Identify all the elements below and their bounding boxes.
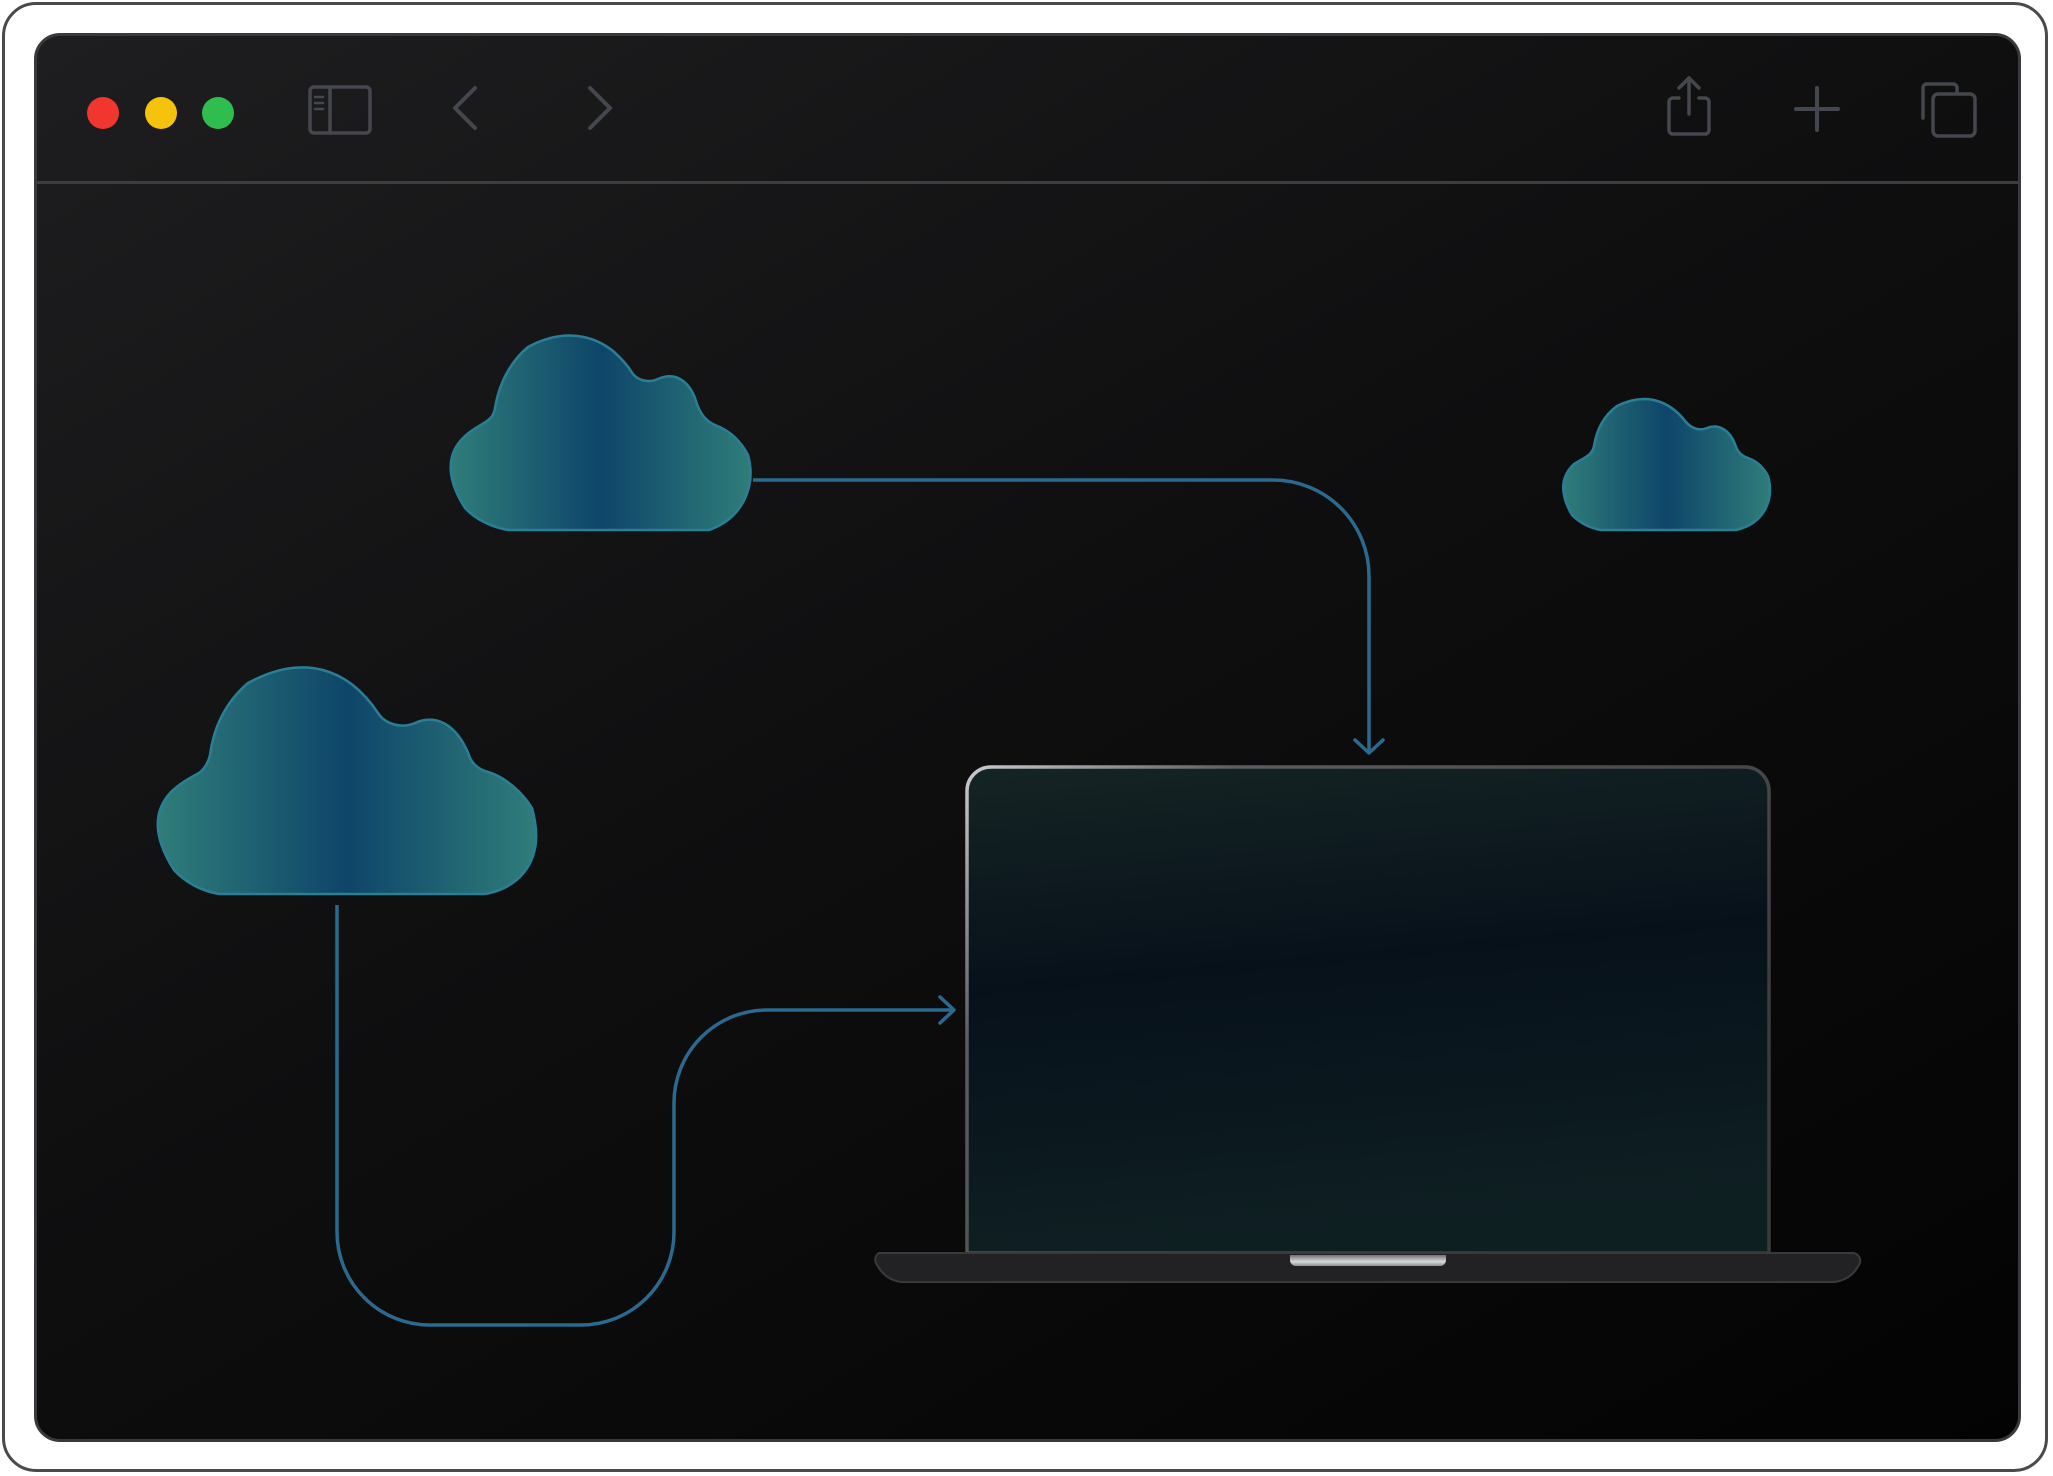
browser-window — [34, 33, 2021, 1442]
illustration — [156, 334, 1862, 1327]
laptop-screen — [965, 765, 1771, 1255]
laptop — [874, 765, 1862, 1283]
cloud-large — [156, 666, 538, 896]
laptop-notch — [1290, 1255, 1446, 1266]
connector-arrow-top — [753, 478, 1371, 753]
cloud-small — [1562, 397, 1772, 532]
connector-arrow-bottom — [335, 905, 952, 1327]
cloud-medium — [449, 334, 752, 532]
